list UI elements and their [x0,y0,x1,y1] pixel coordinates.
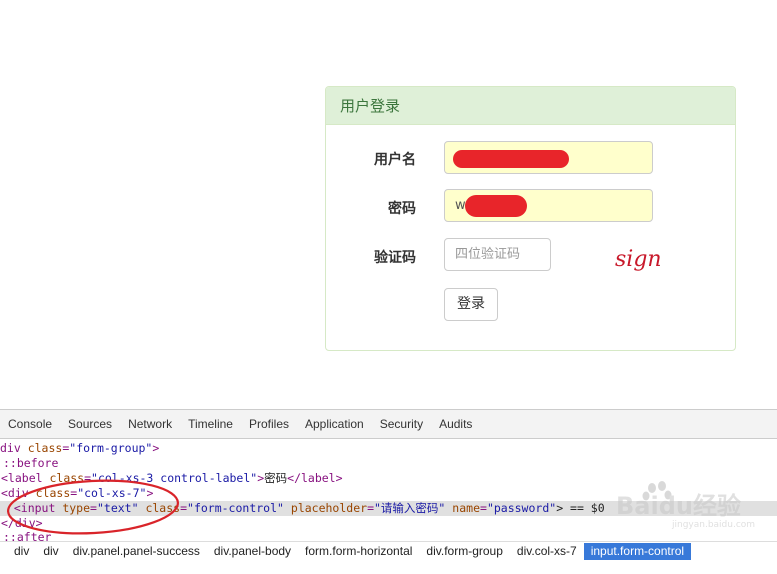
captcha-image-text: sign [615,247,662,272]
password-input[interactable]: w [444,189,653,222]
breadcrumb-item[interactable]: div.col-xs-7 [510,543,584,560]
tab-application[interactable]: Application [297,417,372,431]
password-redaction-mark [465,195,527,217]
login-panel: 用户登录 用户名 密码 w 验证码 四位验证码 sign 登录 [325,86,736,351]
tab-sources[interactable]: Sources [60,417,120,431]
username-label: 用户名 [374,152,416,168]
tab-security[interactable]: Security [372,417,431,431]
breadcrumb: div div div.panel.panel-success div.pane… [0,541,777,561]
breadcrumb-item[interactable]: div.form-group [419,543,509,560]
tab-console[interactable]: Console [0,417,60,431]
username-input[interactable] [444,141,653,174]
captcha-placeholder: 四位验证码 [455,247,521,262]
breadcrumb-item[interactable]: form.form-horizontal [298,543,419,560]
breadcrumb-item[interactable]: div.panel-body [207,543,298,560]
password-label: 密码 [388,201,416,217]
login-button[interactable]: 登录 [444,288,498,321]
watermark-text: Baidu经验 [616,492,741,520]
baidu-watermark: Baidu经验 jingyan.baidu.com [616,481,755,530]
username-redaction-mark [453,150,569,168]
tab-network[interactable]: Network [120,417,180,431]
tab-audits[interactable]: Audits [431,417,480,431]
annotation-ellipse [7,479,179,535]
breadcrumb-item[interactable]: div.panel.panel-success [66,543,207,560]
tab-profiles[interactable]: Profiles [241,417,297,431]
captcha-image[interactable]: sign [614,244,666,274]
tab-timeline[interactable]: Timeline [180,417,241,431]
dom-node-form-group[interactable]: div class="form-group"> [0,441,159,456]
dom-node-before[interactable]: ::before [3,456,58,471]
breadcrumb-item[interactable]: div [0,543,36,560]
devtools-tabbar: Console Sources Network Timeline Profile… [0,410,777,439]
panel-title: 用户登录 [326,87,735,125]
breadcrumb-item-active[interactable]: input.form-control [583,543,692,560]
captcha-input[interactable]: 四位验证码 [444,238,551,271]
breadcrumb-item[interactable]: div [36,543,65,560]
captcha-label: 验证码 [374,250,416,266]
watermark-url: jingyan.baidu.com [671,520,755,530]
